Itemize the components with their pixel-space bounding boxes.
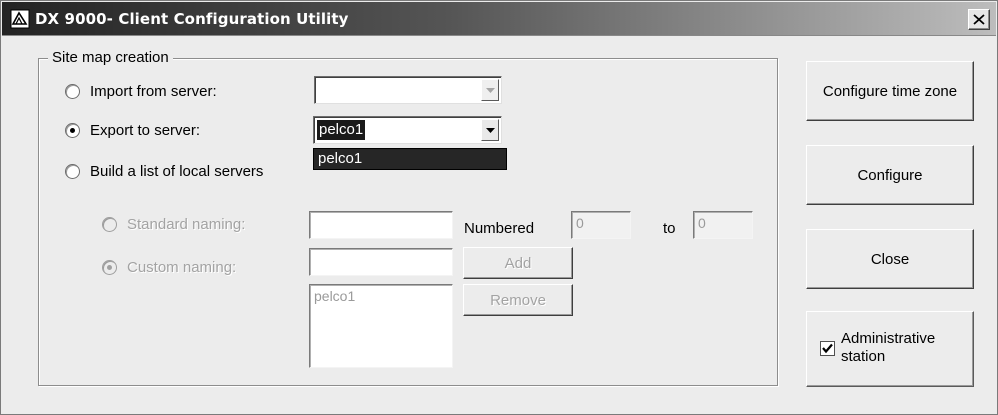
numbered-label: Numbered — [464, 220, 535, 237]
server-listbox[interactable]: pelco1 — [309, 284, 453, 368]
standard-naming-label: Standard naming: — [127, 216, 246, 233]
administrative-station-checkbox[interactable] — [820, 341, 835, 356]
add-button[interactable]: Add — [463, 247, 573, 279]
standard-naming-input[interactable] — [309, 211, 453, 239]
administrative-station-label: Administrative station — [841, 330, 935, 366]
import-dropdown-button[interactable] — [481, 79, 499, 101]
export-label: Export to server: — [90, 122, 201, 139]
client-configuration-window: DX 9000- Client Configuration Utility Si… — [0, 0, 998, 415]
export-radio[interactable] — [65, 123, 80, 138]
checkmark-icon — [822, 343, 833, 354]
app-window-icon — [10, 9, 30, 29]
export-server-combo[interactable]: pelco1 — [313, 116, 502, 144]
to-label: to — [663, 220, 676, 237]
window-title: DX 9000- Client Configuration Utility — [35, 10, 349, 28]
standard-naming-radio[interactable] — [102, 217, 117, 232]
custom-naming-input[interactable] — [309, 248, 453, 276]
chevron-down-icon — [486, 128, 495, 133]
export-server-value: pelco1 — [317, 120, 366, 140]
export-dropdown-list: pelco1 — [313, 148, 507, 170]
site-map-group-legend: Site map creation — [48, 49, 173, 66]
custom-naming-radio[interactable] — [102, 260, 117, 275]
chevron-down-icon — [486, 88, 495, 93]
numbered-from-input[interactable]: 0 — [571, 211, 631, 239]
import-from-server-option[interactable]: Import from server: — [65, 83, 217, 100]
import-label: Import from server: — [90, 83, 217, 100]
configure-button[interactable]: Configure — [806, 145, 974, 205]
configure-time-zone-button[interactable]: Configure time zone — [806, 61, 974, 121]
export-to-server-option[interactable]: Export to server: — [65, 122, 200, 139]
build-label: Build a list of local servers — [90, 163, 264, 180]
remove-button[interactable]: Remove — [463, 284, 573, 316]
title-bar[interactable]: DX 9000- Client Configuration Utility — [2, 2, 996, 36]
administrative-station-frame: Administrative station — [806, 311, 974, 387]
list-item[interactable]: pelco1 — [314, 288, 448, 304]
numbered-to-input[interactable]: 0 — [693, 211, 753, 239]
close-icon — [973, 14, 985, 25]
export-dropdown-button[interactable] — [481, 119, 499, 141]
standard-naming-option[interactable]: Standard naming: — [102, 216, 245, 233]
build-radio[interactable] — [65, 164, 80, 179]
close-button[interactable]: Close — [806, 229, 974, 289]
build-local-servers-option[interactable]: Build a list of local servers — [65, 163, 263, 180]
custom-naming-option[interactable]: Custom naming: — [102, 259, 236, 276]
import-radio[interactable] — [65, 84, 80, 99]
administrative-station-label-line1: Administrative — [841, 330, 936, 347]
dropdown-option[interactable]: pelco1 — [318, 149, 506, 169]
import-server-combo[interactable] — [314, 76, 502, 104]
administrative-station-label-line2: station — [841, 348, 886, 365]
custom-naming-label: Custom naming: — [127, 259, 237, 276]
close-window-button[interactable] — [968, 9, 990, 30]
